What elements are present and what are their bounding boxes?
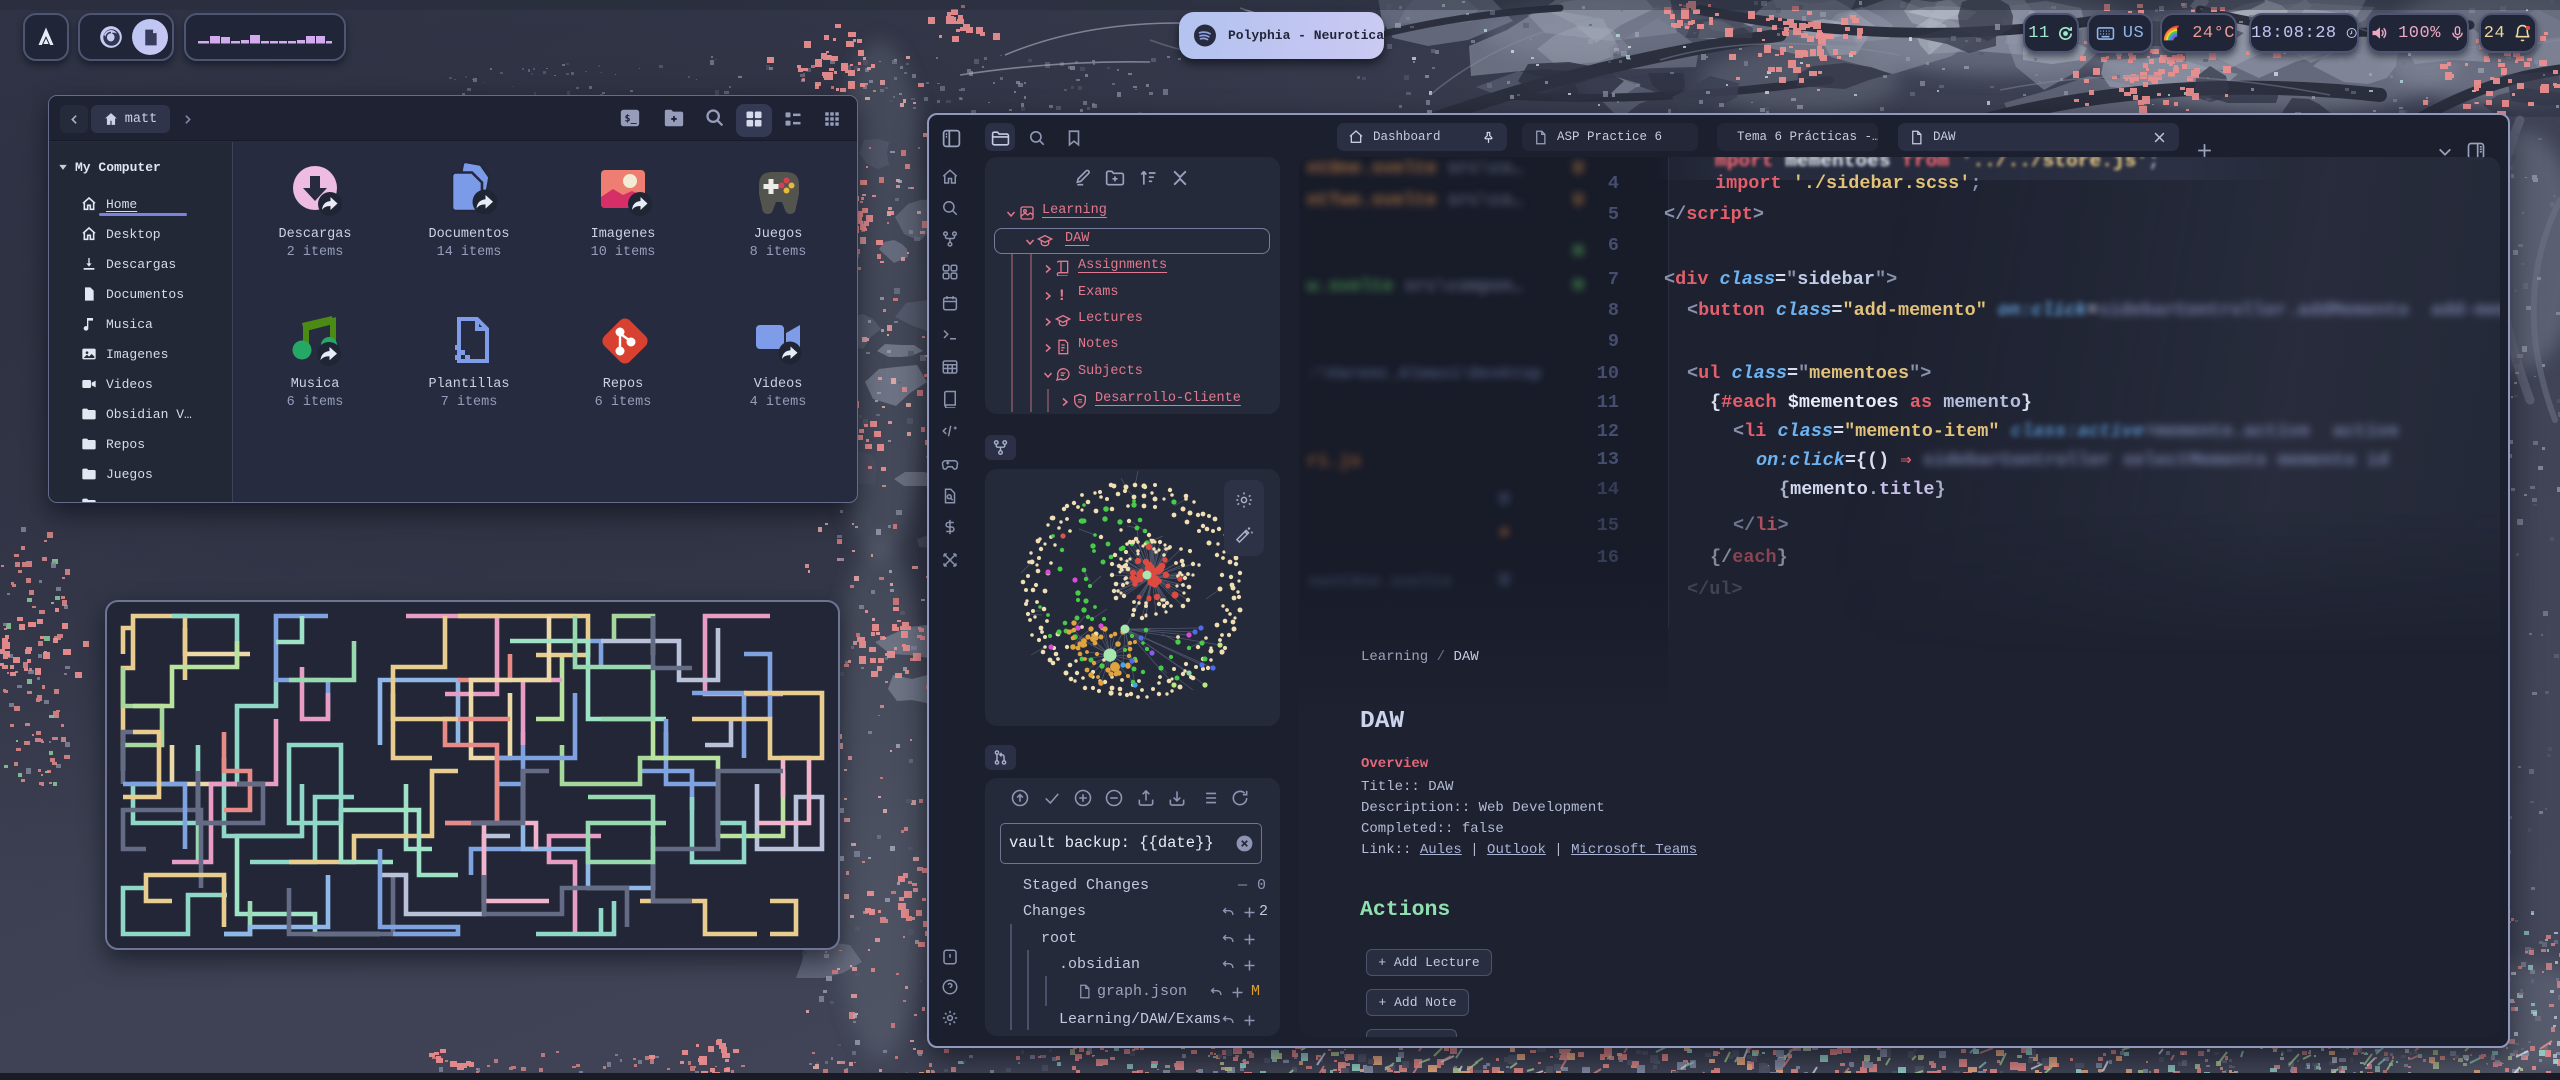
svg-text:$_: $_ [625,114,638,125]
